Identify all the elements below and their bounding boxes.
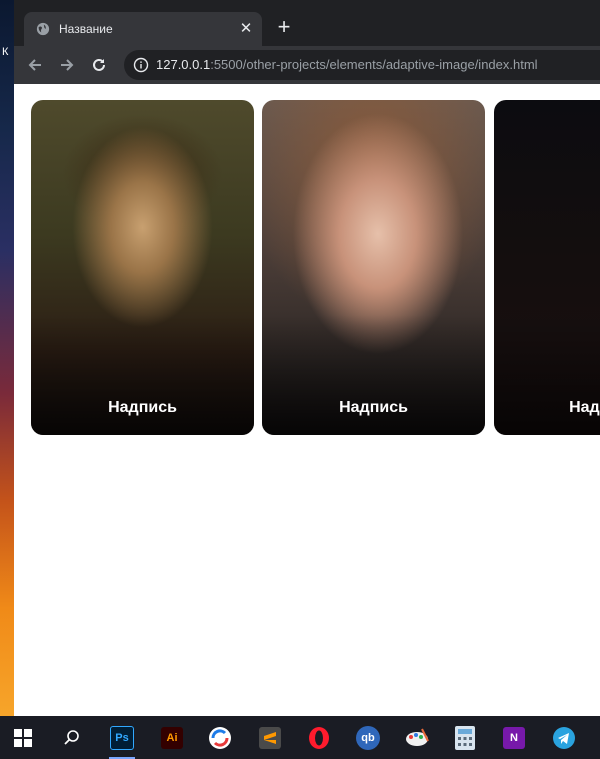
paint-icon[interactable] xyxy=(400,721,434,755)
calculator-icon[interactable] xyxy=(448,721,482,755)
photoshop-icon[interactable]: Ps xyxy=(105,721,139,759)
close-icon[interactable]: ✕ xyxy=(236,19,256,39)
card-caption: Надпись xyxy=(339,399,408,416)
tab-title: Название xyxy=(59,22,113,36)
card-caption: Надпись xyxy=(569,399,600,416)
globe-icon xyxy=(36,22,50,36)
back-button[interactable] xyxy=(22,52,48,78)
address-bar[interactable]: 127.0.0.1:5500/other-projects/elements/a… xyxy=(124,50,600,80)
arrow-left-icon xyxy=(28,59,41,71)
url-text: 127.0.0.1:5500/other-projects/elements/a… xyxy=(156,57,538,72)
info-icon[interactable] xyxy=(133,57,149,73)
url-path: :5500/other-projects/elements/adaptive-i… xyxy=(210,57,538,72)
onenote-icon[interactable]: N xyxy=(497,721,531,755)
photoshop-label: Ps xyxy=(110,726,134,750)
illustrator-icon[interactable]: Ai xyxy=(155,721,189,755)
browser-toolbar: 127.0.0.1:5500/other-projects/elements/a… xyxy=(14,46,600,84)
reload-icon xyxy=(93,58,105,71)
reload-button[interactable] xyxy=(86,52,112,78)
desktop-edge-text: К xyxy=(2,46,9,58)
new-tab-button[interactable]: + xyxy=(272,16,296,40)
sync-app-icon[interactable] xyxy=(203,721,237,755)
qbittorrent-icon[interactable]: qb xyxy=(351,721,385,755)
search-icon[interactable] xyxy=(55,721,89,755)
url-host: 127.0.0.1 xyxy=(156,57,211,72)
forward-button[interactable] xyxy=(54,52,80,78)
desktop-wallpaper: К xyxy=(0,0,14,716)
windows-start-icon[interactable] xyxy=(6,721,40,755)
onenote-label: N xyxy=(503,727,525,749)
browser-tab[interactable]: Название ✕ xyxy=(24,12,262,46)
arrow-right-icon xyxy=(61,59,74,71)
qbittorrent-label: qb xyxy=(356,726,380,750)
image-card: Надпись xyxy=(494,100,600,435)
tab-strip: Название ✕ + xyxy=(14,0,600,46)
telegram-icon[interactable] xyxy=(547,721,581,755)
image-card: Надпись xyxy=(31,100,254,435)
sublime-text-icon[interactable] xyxy=(253,721,287,755)
card-caption: Надпись xyxy=(108,399,177,416)
opera-icon[interactable] xyxy=(302,721,336,755)
page-content: Надпись Надпись Надпись xyxy=(14,84,600,716)
illustrator-label: Ai xyxy=(161,727,183,749)
browser-window: Название ✕ + 127.0.0.1:5500/other-projec… xyxy=(14,0,600,716)
image-card: Надпись xyxy=(262,100,485,435)
taskbar: Ps Ai qb N xyxy=(0,716,600,759)
